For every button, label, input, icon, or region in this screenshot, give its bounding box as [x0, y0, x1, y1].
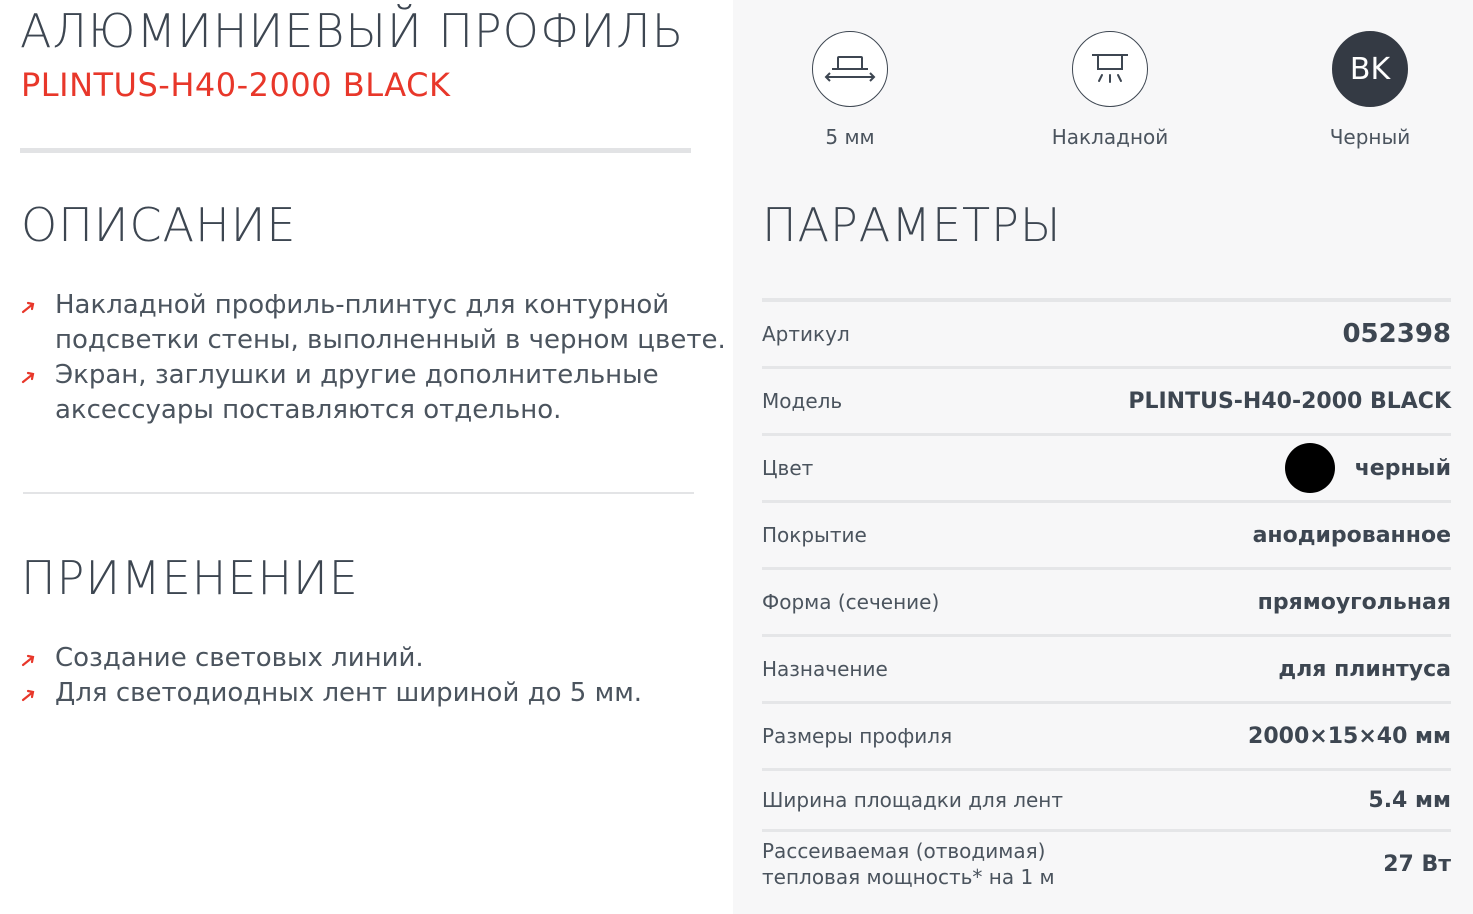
param-key: Размеры профиля [762, 724, 953, 748]
param-key: Рассеиваемая (отводимая) тепловая мощнос… [762, 839, 1055, 889]
param-value-color: черный [1284, 443, 1451, 493]
red-arrow-icon [21, 371, 35, 384]
list-item: Создание световых линий. [21, 641, 642, 676]
red-arrow-icon [21, 654, 35, 667]
param-value: анодированное [1252, 522, 1451, 548]
feature-mount-label: Накладной [1051, 125, 1169, 149]
table-row: Цвет черный [762, 436, 1451, 503]
product-type-title: АЛЮМИНИЕВЫЙ ПРОФИЛЬ [20, 4, 685, 58]
list-item-line: аксессуары поставляются отдельно. [55, 395, 562, 425]
red-arrow-icon [21, 689, 35, 702]
table-row: Назначение для плинтуса [762, 637, 1451, 704]
table-row: Форма (сечение) прямоугольная [762, 570, 1451, 637]
param-value: 052398 [1342, 319, 1451, 349]
param-value: черный [1354, 455, 1451, 481]
param-value: для плинтуса [1278, 656, 1451, 682]
feature-color: BK Черный [1270, 31, 1470, 149]
feature-width: 5 мм [750, 31, 950, 149]
color-code-icon: BK [1332, 31, 1408, 107]
application-title: ПРИМЕНЕНИЕ [21, 551, 359, 605]
description-list: Накладной профиль-плинтус для контурной … [21, 288, 726, 428]
parameters-title: ПАРАМЕТРЫ [762, 198, 1062, 252]
table-row: Ширина площадки для лент 5.4 мм [762, 771, 1451, 832]
param-value: PLINTUS-H40-2000 BLACK [1128, 388, 1451, 414]
param-key: Форма (сечение) [762, 590, 940, 614]
product-model-name: PLINTUS-H40-2000 BLACK [21, 66, 451, 104]
param-key: Цвет [762, 456, 814, 480]
table-row: Рассеиваемая (отводимая) тепловая мощнос… [762, 832, 1451, 896]
table-row: Модель PLINTUS-H40-2000 BLACK [762, 369, 1451, 436]
surface-mount-icon [1072, 31, 1148, 107]
description-panel: АЛЮМИНИЕВЫЙ ПРОФИЛЬ PLINTUS-H40-2000 BLA… [0, 0, 733, 914]
param-key: Назначение [762, 657, 888, 681]
list-item-line: Для светодиодных лент шириной до 5 мм. [55, 678, 643, 708]
list-item: Для светодиодных лент шириной до 5 мм. [21, 676, 642, 711]
list-item-line: Создание световых линий. [55, 643, 424, 673]
param-key: Артикул [762, 322, 850, 346]
section-divider [23, 492, 694, 494]
red-arrow-icon [21, 301, 35, 314]
table-row: Покрытие анодированное [762, 503, 1451, 570]
list-item: Экран, заглушки и другие дополнительные … [21, 358, 726, 428]
param-key: Ширина площадки для лент [762, 788, 1064, 812]
param-value: 27 Вт [1383, 851, 1451, 877]
application-list: Создание световых линий. Для светодиодны… [21, 641, 642, 711]
feature-mount: Накладной [1010, 31, 1210, 149]
param-value: прямоугольная [1257, 589, 1451, 615]
parameters-table: Артикул 052398 Модель PLINTUS-H40-2000 B… [762, 298, 1451, 896]
description-title: ОПИСАНИЕ [21, 198, 297, 252]
list-item-line: Экран, заглушки и другие дополнительные [55, 360, 659, 390]
param-value: 2000×15×40 мм [1248, 723, 1451, 749]
list-item: Накладной профиль-плинтус для контурной … [21, 288, 726, 358]
param-key: Модель [762, 389, 843, 413]
param-key: Покрытие [762, 523, 867, 547]
profile-width-icon [812, 31, 888, 107]
list-item-line: подсветки стены, выполненный в черном цв… [55, 325, 726, 355]
param-value: 5.4 мм [1368, 787, 1451, 813]
color-swatch [1284, 443, 1335, 493]
feature-color-label: Черный [1329, 125, 1411, 149]
feature-width-label: 5 мм [825, 125, 875, 149]
list-item-line: Накладной профиль-плинтус для контурной [55, 290, 670, 320]
header-divider [20, 148, 691, 153]
table-row: Артикул 052398 [762, 302, 1451, 369]
table-row: Размеры профиля 2000×15×40 мм [762, 704, 1451, 771]
